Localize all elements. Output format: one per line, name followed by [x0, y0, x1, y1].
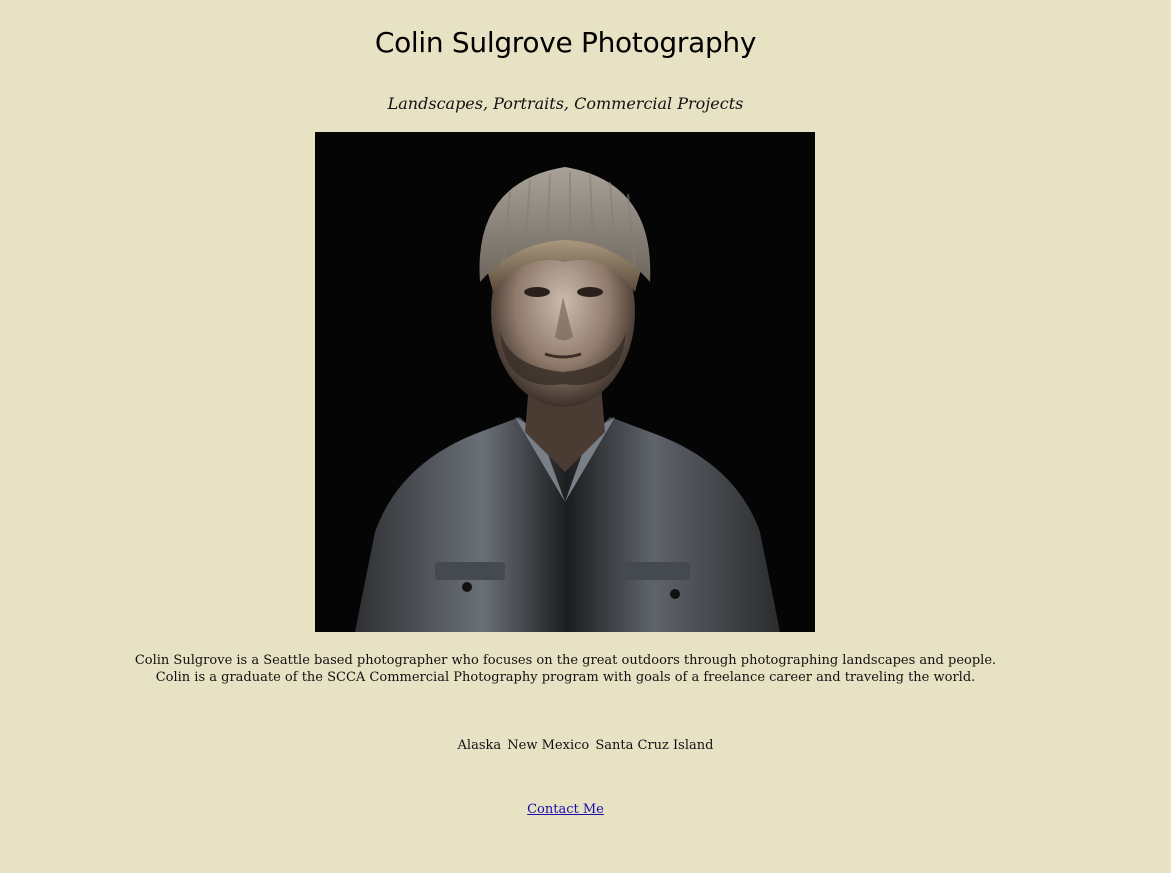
- bio-line-1: Colin Sulgrove is a Seattle based photog…: [134, 653, 997, 668]
- gallery-link-santa-cruz-island[interactable]: Santa Cruz Island: [595, 738, 713, 753]
- contact-link[interactable]: Contact Me: [527, 802, 604, 817]
- page-tagline: Landscapes, Portraits, Commercial Projec…: [387, 94, 744, 113]
- gallery-link-new-mexico[interactable]: New Mexico: [507, 738, 589, 753]
- gallery-links: Alaska New Mexico Santa Cruz Island: [0, 738, 1171, 753]
- portrait-photo: [315, 132, 815, 632]
- bio-text: Colin Sulgrove is a Seattle based photog…: [0, 652, 1131, 686]
- contact-section: Contact Me: [0, 802, 1131, 817]
- portrait-image: [315, 132, 815, 632]
- bio-line-2: Colin is a graduate of the SCCA Commerci…: [155, 670, 976, 685]
- page-title: Colin Sulgrove Photography: [374, 26, 757, 59]
- gallery-link-alaska[interactable]: Alaska: [458, 738, 502, 753]
